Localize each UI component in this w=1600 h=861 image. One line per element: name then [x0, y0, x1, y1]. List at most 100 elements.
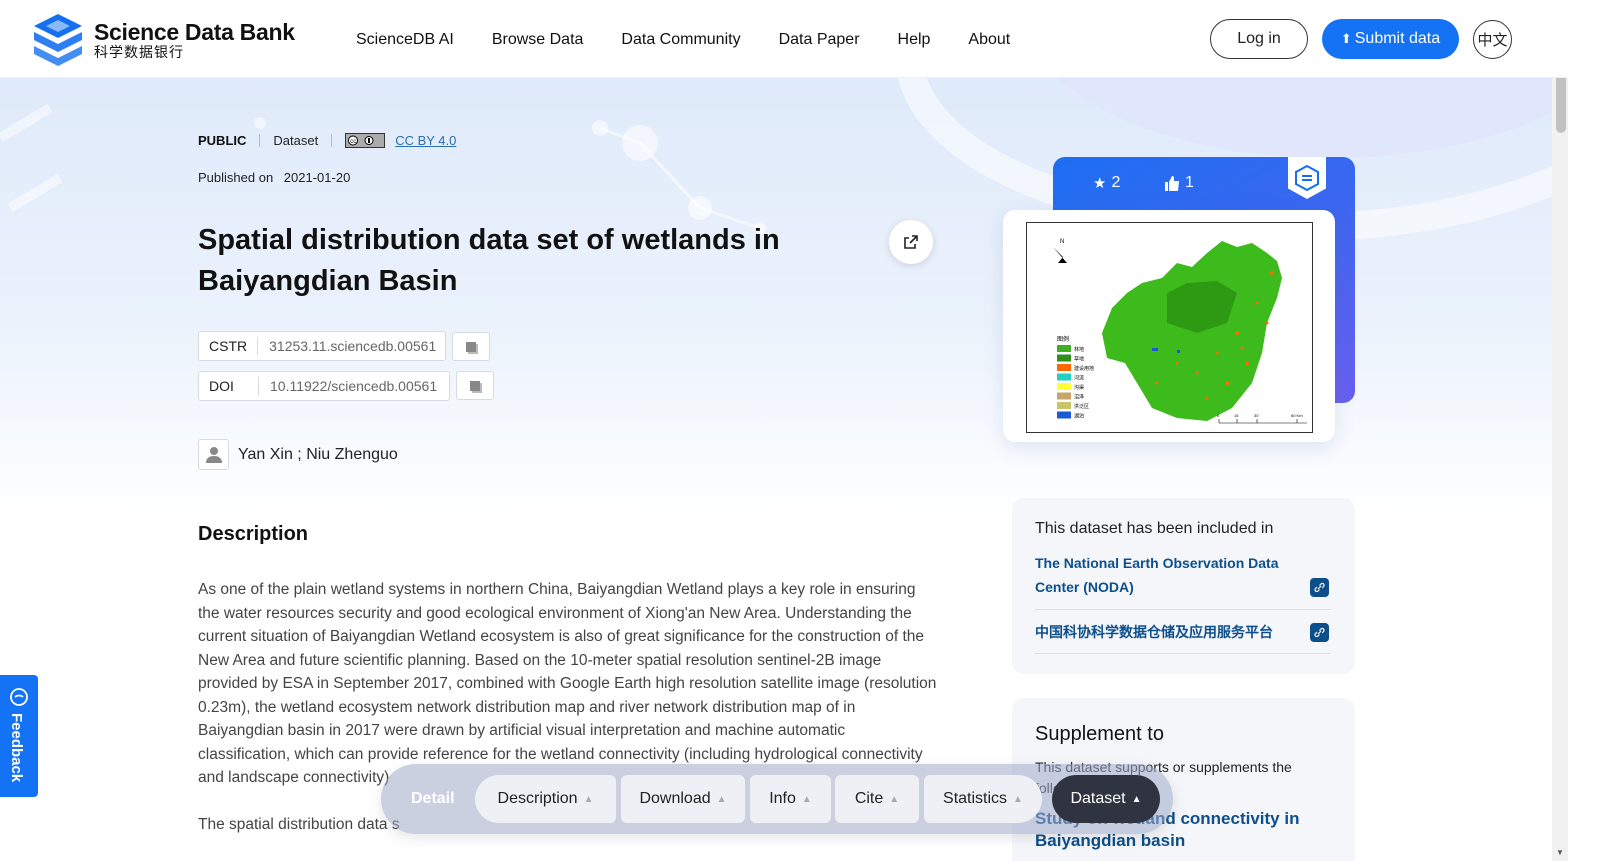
copy-icon — [470, 380, 480, 391]
legend-swatch — [1057, 402, 1071, 409]
included-in-heading: This dataset has been included in — [1035, 520, 1274, 537]
tab-description[interactable]: Description ▲ — [475, 775, 616, 823]
legend-swatch — [1057, 411, 1071, 419]
included-link-cast[interactable]: 中国科协科学数据仓储及应用服务平台 — [1035, 620, 1295, 644]
brand-name-zh: 科学数据银行 — [94, 44, 184, 60]
access-badge: PUBLIC — [198, 133, 247, 148]
language-switch-button[interactable]: 中文 — [1473, 20, 1512, 59]
favorites-count[interactable]: ★ 2 — [1093, 174, 1120, 192]
brand-name-en: Science Data Bank — [94, 19, 295, 45]
included-divider — [1035, 653, 1331, 654]
favorites-value: 2 — [1111, 174, 1121, 191]
feedback-tab[interactable]: Feedback — [0, 675, 38, 797]
legend-swatch — [1057, 354, 1071, 362]
map-legend-title: 图例 — [1057, 335, 1069, 343]
legend-swatch — [1057, 392, 1071, 400]
chevron-up-icon: ▲ — [583, 793, 594, 805]
tab-statistics[interactable]: Statistics ▲ — [924, 775, 1042, 823]
legend-label: 建设用地 — [1074, 365, 1094, 372]
upload-icon: ⬆ — [1340, 31, 1352, 46]
brand-logo[interactable]: Science Data Bank 科学数据银行 — [30, 12, 295, 68]
legend-swatch — [1057, 373, 1071, 381]
chevron-up-icon: ▲ — [801, 793, 812, 805]
link-icon[interactable] — [1310, 578, 1329, 597]
nav-browse-data[interactable]: Browse Data — [492, 31, 584, 49]
north-arrow-label: N — [1060, 239, 1064, 245]
author-row: Yan Xin ; Niu Zhenguo — [198, 439, 398, 470]
tab-label: Dataset — [1070, 790, 1126, 807]
main-nav: ScienceDB AI Browse Data Data Community … — [356, 31, 1048, 49]
legend-label: 河流 — [1074, 375, 1084, 382]
tab-label: Description — [497, 790, 578, 807]
site-header: Science Data Bank 科学数据银行 ScienceDB AI Br… — [0, 0, 1568, 78]
scroll-down-arrow-icon[interactable]: ▼ — [1556, 848, 1564, 857]
license-link[interactable]: CC BY 4.0 — [395, 133, 456, 148]
wetland-map-image: N 图例 林地草地建设用地河流沟渠沼泽洪泛区湖泊 0 15 30 60 Km — [1053, 239, 1307, 424]
meta-divider — [259, 134, 261, 147]
feedback-label: Feedback — [8, 713, 25, 783]
login-button[interactable]: Log in — [1210, 19, 1308, 59]
tab-label: Info — [769, 790, 796, 807]
description-heading: Description — [198, 523, 309, 545]
dataset-title: Spatial distribution data set of wetland… — [198, 224, 780, 297]
copy-icon — [466, 341, 476, 352]
scale-label: 60 Km — [1291, 413, 1303, 418]
likes-value: 1 — [1185, 174, 1194, 191]
tab-label: Statistics — [943, 790, 1008, 807]
submit-data-label: Submit data — [1354, 30, 1441, 47]
link-icon[interactable] — [1310, 623, 1329, 642]
copy-doi-button[interactable] — [456, 371, 494, 400]
description-paragraph: As one of the plain wetland systems in n… — [198, 581, 937, 786]
tab-dataset[interactable]: Dataset ▲ — [1052, 775, 1160, 823]
scale-label: 15 — [1234, 413, 1239, 418]
star-icon: ★ — [1093, 175, 1107, 192]
thumbs-up-icon — [1165, 175, 1179, 191]
tab-label: Cite — [854, 790, 884, 807]
legend-label: 湖泊 — [1074, 413, 1084, 420]
nav-data-paper[interactable]: Data Paper — [779, 31, 860, 49]
doi-value: 10.11922/sciencedb.00561 — [270, 378, 438, 394]
resource-type: Dataset — [273, 133, 319, 148]
published-label: Published on — [198, 170, 274, 185]
feedback-icon — [10, 688, 28, 706]
svg-text:cc: cc — [350, 139, 356, 145]
scale-label: 30 — [1254, 413, 1259, 418]
supplement-heading: Supplement to — [1035, 723, 1164, 745]
tab-label: Download — [639, 790, 711, 807]
meta-divider — [331, 134, 333, 147]
dataset-cover-map[interactable]: N 图例 林地 草地 建设用地 河流 沟渠 沼泽 洪泛区 湖泊 0 15 30 60 Km — [1026, 222, 1313, 433]
published-date: Published on 2021-01-20 — [198, 170, 350, 185]
nav-about[interactable]: About — [968, 31, 1010, 49]
cc-license-icon: cc — [345, 133, 386, 148]
dataset-meta: PUBLIC Dataset cc CC BY 4.0 — [198, 133, 456, 148]
chevron-up-icon: ▲ — [1131, 793, 1142, 805]
tab-download[interactable]: Download ▲ — [621, 775, 745, 823]
legend-label: 林地 — [1074, 346, 1084, 353]
legend-swatch — [1057, 383, 1071, 390]
included-divider — [1035, 609, 1331, 610]
tab-cite[interactable]: Cite ▲ — [835, 775, 919, 823]
cstr-value: 31253.11.sciencedb.00561 — [269, 338, 437, 354]
cstr-field: CSTR 31253.11.sciencedb.00561 — [198, 331, 446, 361]
legend-swatch — [1057, 345, 1071, 352]
legend-label: 洪泛区 — [1074, 403, 1089, 410]
legend-label: 草地 — [1074, 356, 1084, 363]
nav-sciencedb-ai[interactable]: ScienceDB AI — [356, 31, 454, 49]
share-button[interactable] — [889, 220, 933, 264]
external-share-icon — [904, 235, 918, 249]
tab-info[interactable]: Info ▲ — [750, 775, 831, 823]
chevron-up-icon: ▲ — [889, 793, 900, 805]
nav-data-community[interactable]: Data Community — [621, 31, 740, 49]
nav-help[interactable]: Help — [898, 31, 931, 49]
legend-label: 沟渠 — [1074, 384, 1084, 391]
person-icon — [198, 439, 229, 470]
submit-data-button[interactable]: ⬆ Submit data — [1322, 19, 1459, 59]
included-link-noda[interactable]: The National Earth Observation Data Cent… — [1035, 551, 1295, 599]
copy-cstr-button[interactable] — [452, 332, 490, 361]
science-data-bank-logo-icon — [34, 14, 82, 66]
cstr-label: CSTR — [199, 337, 259, 355]
likes-count[interactable]: 1 — [1164, 174, 1194, 192]
author-names[interactable]: Yan Xin ; Niu Zhenguo — [238, 446, 398, 464]
detail-label: Detail — [411, 790, 455, 807]
chevron-up-icon: ▲ — [716, 793, 727, 805]
